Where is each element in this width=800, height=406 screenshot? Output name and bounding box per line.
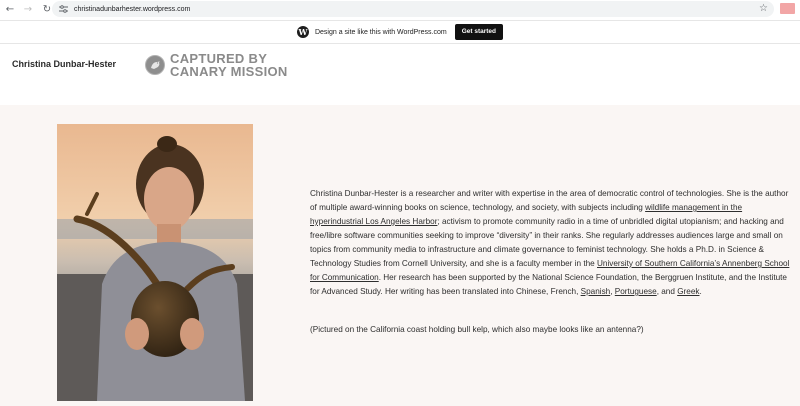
address-bar[interactable]: christinadunbarhester.wordpress.com ☆ [52, 1, 774, 17]
profile-avatar[interactable] [780, 3, 795, 14]
site-title[interactable]: Christina Dunbar-Hester [12, 59, 116, 69]
bio-end: . [699, 287, 702, 296]
browser-toolbar: ← → ↻ christinadunbarhester.wordpress.co… [0, 0, 800, 19]
star-icon[interactable]: ☆ [759, 3, 768, 15]
spanish-link[interactable]: Spanish [581, 287, 611, 296]
bio-text: Christina Dunbar-Hester is a researcher … [310, 187, 795, 299]
wordpress-banner-text[interactable]: Design a site like this with WordPress.c… [315, 29, 447, 36]
canary-bird-icon [145, 55, 165, 75]
site-header: Christina Dunbar-Hester CAPTURED BY CANA… [0, 45, 800, 105]
arrow-left-icon[interactable]: ← [2, 2, 18, 18]
wordpress-banner: W Design a site like this with WordPress… [0, 20, 800, 44]
greek-link[interactable]: Greek [677, 287, 699, 296]
watermark-text: CAPTURED BY CANARY MISSION [170, 52, 288, 78]
portrait-photo [57, 124, 253, 401]
bio-separator-2: , and [656, 287, 678, 296]
portuguese-link[interactable]: Portuguese [615, 287, 657, 296]
wordpress-logo-icon[interactable]: W [296, 26, 309, 38]
arrow-right-icon[interactable]: → [20, 2, 36, 18]
site-info-icon[interactable] [58, 4, 68, 14]
watermark: CAPTURED BY CANARY MISSION [145, 52, 288, 78]
watermark-line2: CANARY MISSION [170, 64, 288, 79]
bio-part-3: . Her research has been supported by the… [310, 273, 787, 296]
main-content: Christina Dunbar-Hester is a researcher … [0, 105, 800, 406]
get-started-button[interactable]: Get started [454, 24, 504, 40]
url-text[interactable]: christinadunbarhester.wordpress.com [74, 6, 190, 13]
photo-caption: (Pictured on the California coast holdin… [310, 325, 644, 334]
